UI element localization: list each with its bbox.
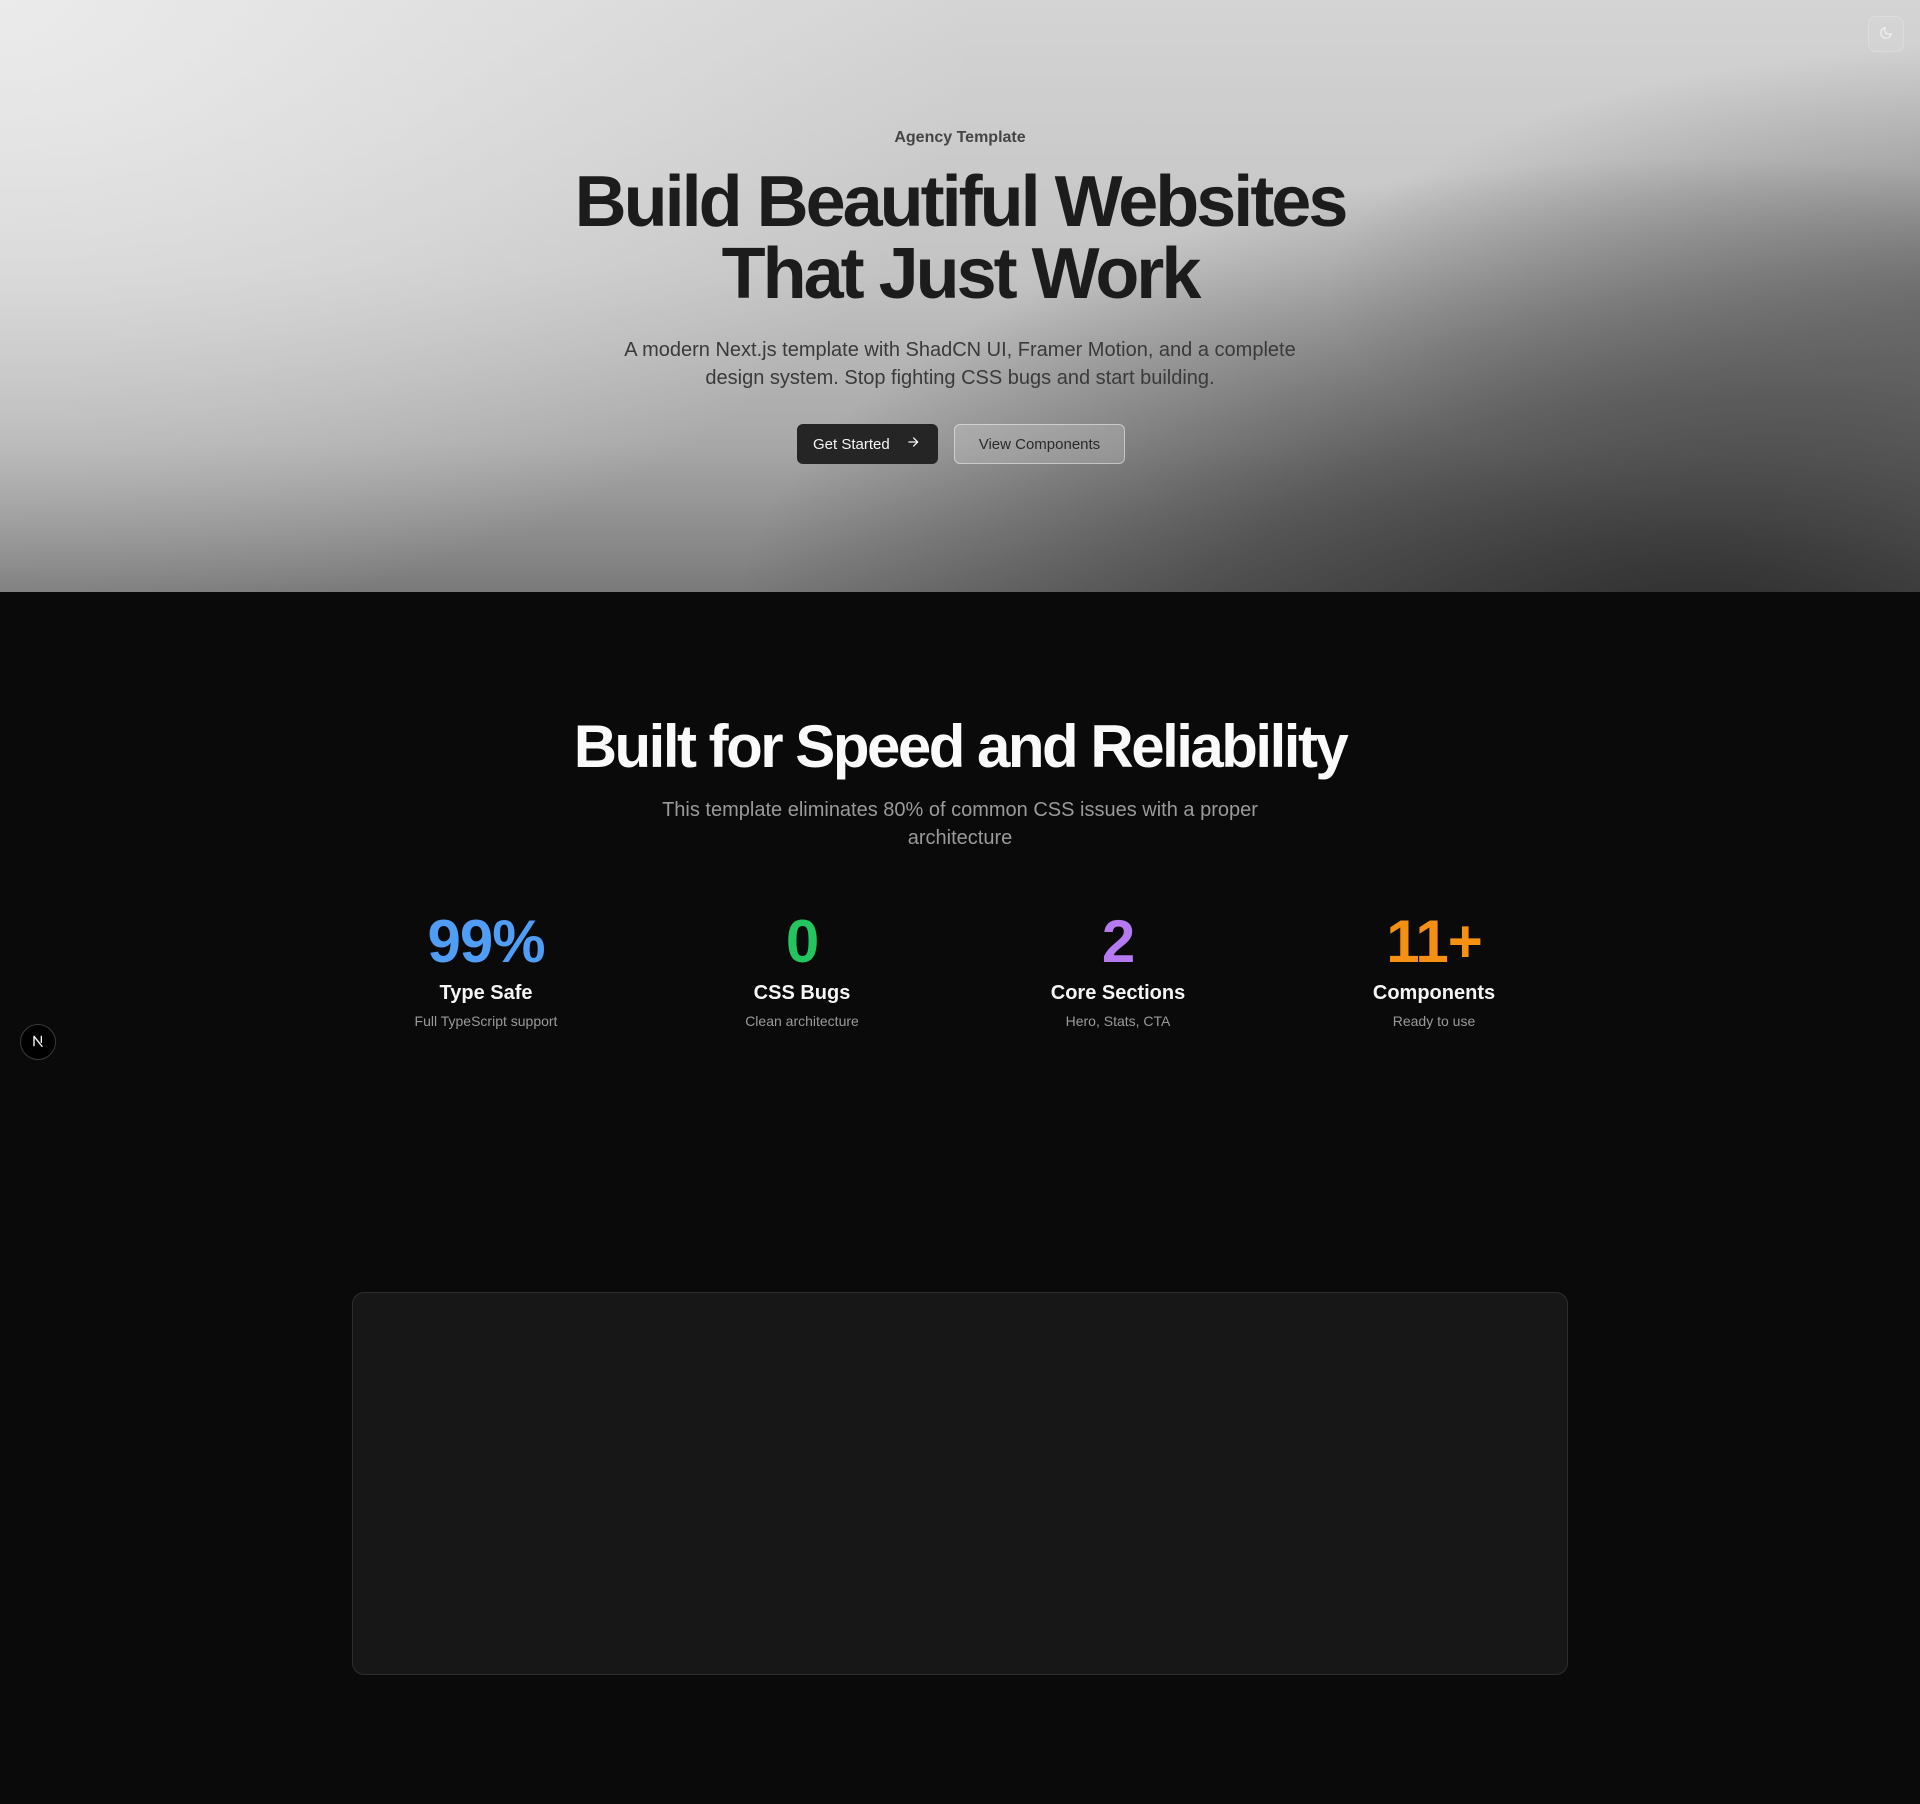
stats-subtitle: This template eliminates 80% of common C…	[662, 799, 1258, 849]
content-panel	[352, 1292, 1568, 1675]
stat-core-sections: 2 Core Sections Hero, Stats, CTA	[968, 910, 1268, 1030]
stat-description: Hero, Stats, CTA	[1065, 1013, 1171, 1029]
stat-components: 11+ Components Ready to use	[1284, 910, 1584, 1030]
hero-cta-row: Get Started View Components	[797, 424, 1126, 464]
view-components-button[interactable]: View Components	[953, 424, 1126, 464]
get-started-label: Get Started	[813, 435, 890, 453]
stat-type-safe: 99% Type Safe Full TypeScript support	[336, 910, 636, 1030]
hero-headline-line1: Build Beautiful Websites	[574, 162, 1349, 242]
view-components-label: View Components	[978, 435, 1101, 453]
hero-headline: Build Beautiful Websites That Just Work	[0, 166, 1920, 310]
stat-label: CSS Bugs	[753, 982, 851, 1004]
stat-description: Full TypeScript support	[414, 1013, 558, 1029]
stat-value: 2	[1101, 908, 1135, 975]
nextjs-logo-icon	[30, 1033, 46, 1052]
stat-label: Components	[1372, 982, 1496, 1004]
nextjs-dev-indicator-button[interactable]	[20, 1024, 56, 1060]
stats-title: Built for Speed and Reliability	[573, 713, 1349, 780]
stat-value: 11+	[1386, 908, 1482, 975]
stat-label: Type Safe	[439, 982, 533, 1004]
stat-css-bugs: 0 CSS Bugs Clean architecture	[652, 910, 952, 1030]
stat-value: 0	[785, 908, 819, 975]
stat-label: Core Sections	[1050, 982, 1186, 1004]
arrow-right-icon	[906, 435, 920, 453]
hero-eyebrow: Agency Template	[894, 129, 1026, 146]
stat-value: 99%	[427, 908, 545, 975]
stat-description: Ready to use	[1392, 1013, 1476, 1029]
get-started-button[interactable]: Get Started	[797, 424, 938, 464]
theme-toggle-button[interactable]	[1868, 16, 1904, 52]
hero-subhead: A modern Next.js template with ShadCN UI…	[624, 339, 1296, 389]
hero-section: Agency Template Build Beautiful Websites…	[0, 0, 1920, 592]
moon-icon	[1879, 26, 1893, 43]
stat-description: Clean architecture	[745, 1013, 859, 1029]
hero-headline-line2: That Just Work	[721, 234, 1202, 314]
